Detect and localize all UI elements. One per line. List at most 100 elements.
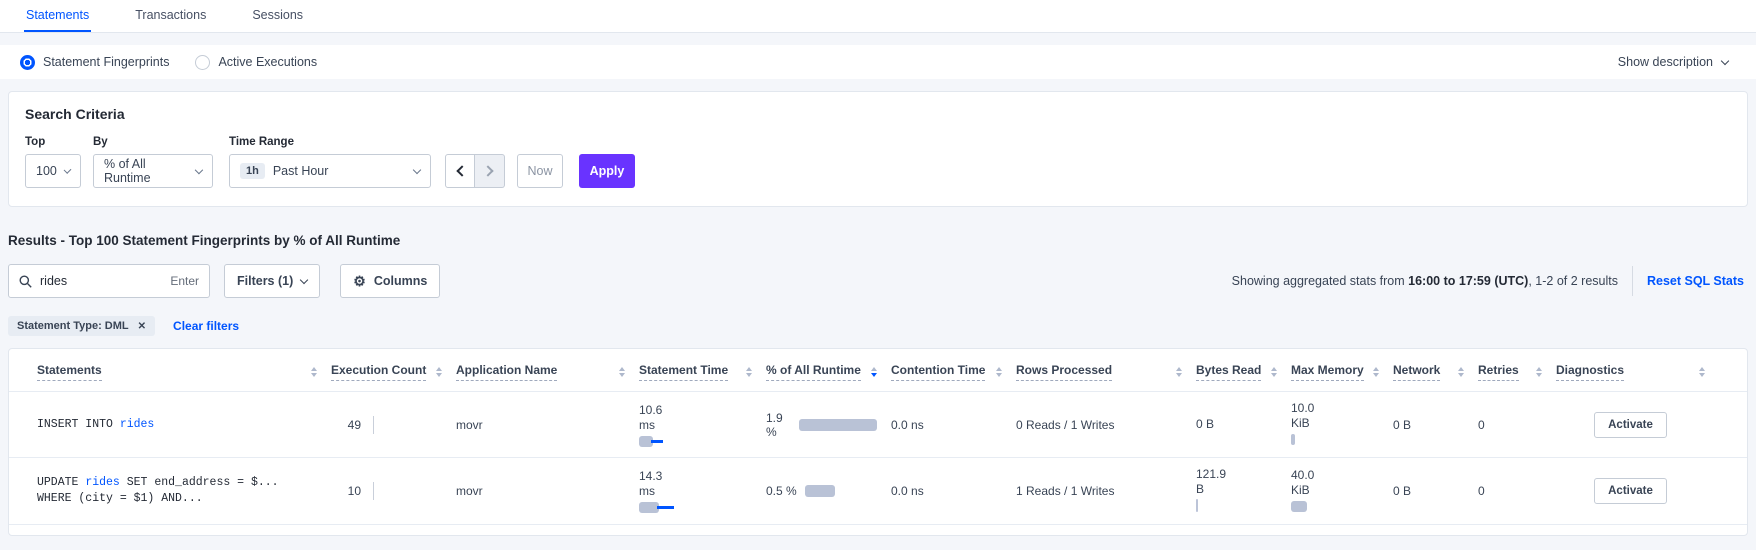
column-header-percent-runtime[interactable]: % of All Runtime xyxy=(766,363,891,381)
column-header-application-name[interactable]: Application Name xyxy=(456,363,639,381)
max-memory-cell: 40.0 KiB xyxy=(1291,468,1393,515)
by-field: By % of All Runtime xyxy=(93,136,229,188)
column-header-retries[interactable]: Retries xyxy=(1478,363,1556,381)
column-header-contention-time[interactable]: Contention Time xyxy=(891,363,1016,381)
by-select[interactable]: % of All Runtime xyxy=(93,154,213,188)
close-icon[interactable]: ✕ xyxy=(138,321,146,332)
time-range-select[interactable]: 1h Past Hour xyxy=(229,154,431,188)
statement-time-cell: 14.3 ms xyxy=(639,469,766,513)
search-enter-hint: Enter xyxy=(170,274,199,288)
time-range-value: Past Hour xyxy=(273,164,329,178)
column-header-statements[interactable]: Statements xyxy=(37,363,331,381)
retries-cell: 0 xyxy=(1478,484,1556,498)
application-name-cell: movr xyxy=(456,484,639,498)
apply-button[interactable]: Apply xyxy=(579,154,635,188)
by-label: By xyxy=(93,136,229,148)
filter-chip-label: Statement Type: DML xyxy=(17,320,129,332)
top-select[interactable]: 100 xyxy=(25,154,81,188)
reset-sql-stats-link[interactable]: Reset SQL Stats xyxy=(1647,274,1744,288)
network-cell: 0 B xyxy=(1393,484,1478,498)
diagnostics-cell: Activate xyxy=(1556,478,1719,504)
application-name-cell: movr xyxy=(456,418,639,432)
sort-icon xyxy=(996,367,1002,377)
search-icon xyxy=(19,275,32,288)
search-criteria-panel: Search Criteria Top 100 By % of All Runt… xyxy=(8,91,1748,207)
chevron-down-icon xyxy=(1721,56,1729,64)
top-select-value: 100 xyxy=(36,164,57,178)
filter-chip-row: Statement Type: DML ✕ Clear filters xyxy=(8,316,1748,336)
sort-icon xyxy=(619,367,625,377)
column-header-diagnostics[interactable]: Diagnostics xyxy=(1556,363,1719,381)
percent-runtime-cell: 1.9 % xyxy=(766,411,891,439)
retries-cell: 0 xyxy=(1478,418,1556,432)
bytes-bar xyxy=(1196,499,1198,512)
top-label: Top xyxy=(25,136,93,148)
gear-icon: ⚙ xyxy=(353,274,366,288)
tab-statements[interactable]: Statements xyxy=(24,0,91,32)
radio-statement-fingerprints-label: Statement Fingerprints xyxy=(43,55,169,69)
time-next-button[interactable] xyxy=(475,154,505,188)
radio-active-executions[interactable]: Active Executions xyxy=(195,55,317,70)
column-header-rows-processed[interactable]: Rows Processed xyxy=(1016,363,1196,381)
activate-diagnostics-button[interactable]: Activate xyxy=(1594,478,1667,504)
statements-table: Statements Execution Count Application N… xyxy=(8,348,1748,536)
search-input-wrapper: Enter xyxy=(8,264,210,298)
activate-diagnostics-button[interactable]: Activate xyxy=(1594,412,1667,438)
time-bar xyxy=(639,502,659,513)
memory-bar xyxy=(1291,434,1295,445)
radio-unselected-icon xyxy=(195,55,210,70)
by-select-value: % of All Runtime xyxy=(104,157,188,185)
statement-link[interactable]: INSERT INTO rides xyxy=(37,417,331,433)
now-button[interactable]: Now xyxy=(517,154,563,188)
columns-button[interactable]: ⚙ Columns xyxy=(340,264,440,298)
column-header-network[interactable]: Network xyxy=(1393,363,1478,381)
percent-runtime-cell: 0.5 % xyxy=(766,484,891,498)
chevron-down-icon xyxy=(195,165,203,173)
search-criteria-title: Search Criteria xyxy=(25,106,1731,122)
rows-processed-cell: 0 Reads / 1 Writes xyxy=(1016,418,1196,432)
mini-bar-axis xyxy=(373,416,374,434)
runtime-bar xyxy=(805,485,835,497)
column-header-execution-count[interactable]: Execution Count xyxy=(331,363,456,381)
chevron-down-icon xyxy=(413,165,421,173)
bytes-read-cell: 121.9 B xyxy=(1196,467,1291,515)
chevron-left-icon xyxy=(456,165,467,176)
results-heading: Results - Top 100 Statement Fingerprints… xyxy=(8,233,1748,248)
mini-bar-axis xyxy=(373,482,374,500)
top-field: Top 100 xyxy=(25,136,93,188)
contention-time-cell: 0.0 ns xyxy=(891,418,1016,432)
stats-summary: Showing aggregated stats from 16:00 to 1… xyxy=(1232,274,1618,288)
sort-icon xyxy=(1271,367,1277,377)
column-header-max-memory[interactable]: Max Memory xyxy=(1291,363,1393,381)
runtime-bar xyxy=(799,419,877,431)
sort-icon xyxy=(1699,367,1705,377)
sort-icon xyxy=(1176,367,1182,377)
sort-icon-active xyxy=(871,367,877,377)
divider xyxy=(1632,266,1633,296)
search-input[interactable] xyxy=(40,274,162,288)
time-prev-button[interactable] xyxy=(445,154,475,188)
column-header-statement-time[interactable]: Statement Time xyxy=(639,363,766,381)
time-range-label: Time Range xyxy=(229,136,445,148)
show-description-toggle[interactable]: Show description xyxy=(1618,55,1728,69)
time-range-field: Time Range 1h Past Hour xyxy=(229,136,445,188)
sort-icon xyxy=(436,367,442,377)
filters-button-label: Filters (1) xyxy=(237,274,293,288)
time-pager xyxy=(445,154,505,188)
results-controls-row: Enter Filters (1) ⚙ Columns Showing aggr… xyxy=(8,264,1748,298)
statement-time-cell: 10.6 ms xyxy=(639,403,766,447)
tab-transactions[interactable]: Transactions xyxy=(133,0,208,32)
sort-icon xyxy=(746,367,752,377)
table-header-row: Statements Execution Count Application N… xyxy=(9,349,1747,392)
chevron-right-icon xyxy=(482,165,493,176)
view-toggle-row: Statement Fingerprints Active Executions… xyxy=(0,45,1756,79)
column-header-bytes-read[interactable]: Bytes Read xyxy=(1196,363,1291,381)
columns-button-label: Columns xyxy=(374,274,427,288)
statement-link[interactable]: UPDATE rides SET end_address = $... WHER… xyxy=(37,475,331,507)
chevron-down-icon xyxy=(300,275,308,283)
radio-statement-fingerprints[interactable]: Statement Fingerprints xyxy=(20,55,169,70)
filters-button[interactable]: Filters (1) xyxy=(224,264,320,298)
clear-filters-link[interactable]: Clear filters xyxy=(173,319,239,333)
tab-sessions[interactable]: Sessions xyxy=(250,0,305,32)
filter-chip-statement-type[interactable]: Statement Type: DML ✕ xyxy=(8,316,155,336)
